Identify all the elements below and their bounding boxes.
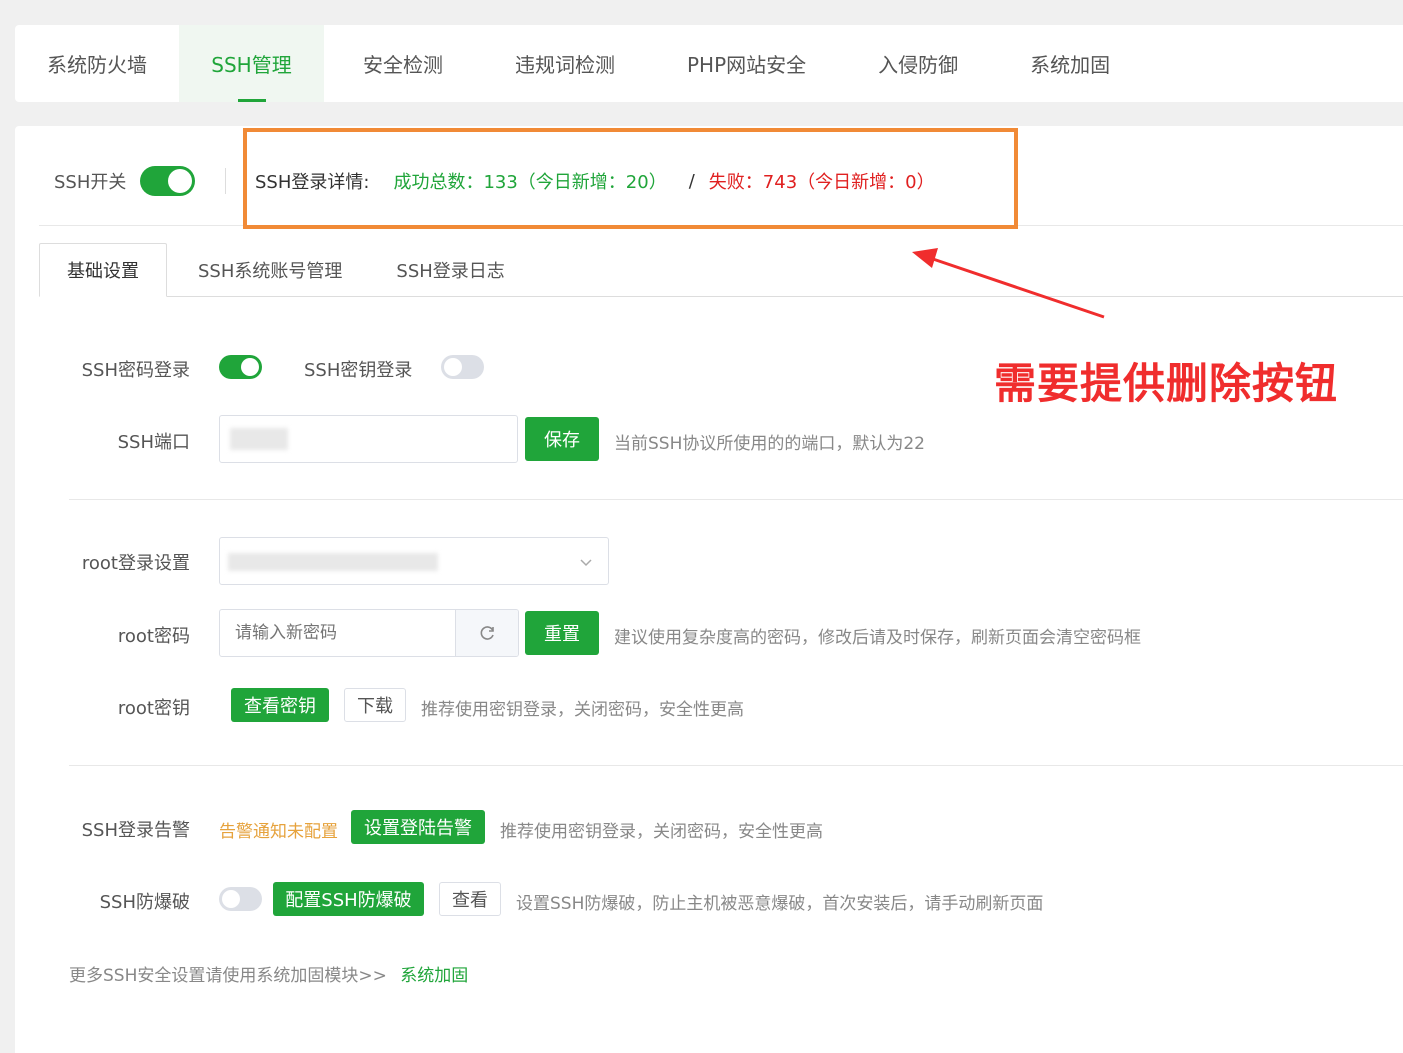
annotation-text: 需要提供删除按钮 [994, 359, 1339, 408]
alert-hint: 推荐使用密钥登录，关闭密码，安全性更高 [500, 822, 823, 842]
tab-ssh-management[interactable]: SSH管理 [179, 25, 324, 102]
root-key-label: root密钥 [117, 698, 190, 719]
config-brute-force-button[interactable]: 配置SSH防爆破 [273, 882, 424, 916]
root-password-group [219, 609, 519, 657]
password-login-toggle[interactable] [219, 355, 262, 379]
tab-intrusion-defense[interactable]: 入侵防御 [842, 25, 994, 102]
ssh-switch-row: SSH开关 [54, 166, 196, 196]
system-hardening-link[interactable]: 系统加固 [400, 966, 468, 986]
sub-tab-bar: 基础设置 SSH系统账号管理 SSH登录日志 [39, 243, 1403, 297]
port-label: SSH端口 [117, 432, 190, 453]
section-divider [69, 765, 1403, 766]
tab-system-hardening[interactable]: 系统加固 [994, 25, 1146, 102]
save-port-button[interactable]: 保存 [525, 417, 599, 461]
subtab-account-management[interactable]: SSH系统账号管理 [167, 243, 369, 296]
tab-security-check[interactable]: 安全检测 [324, 25, 479, 102]
divider [225, 168, 226, 194]
port-hint: 当前SSH协议所使用的的端口，默认为22 [614, 434, 925, 454]
key-login-label: SSH密钥登录 [304, 360, 413, 381]
subtab-basic-settings[interactable]: 基础设置 [39, 243, 167, 297]
fail-count: 失败：743（今日新增：0） [708, 172, 935, 193]
section-divider [69, 499, 1403, 500]
success-count: 成功总数：133（今日新增：20） [393, 172, 667, 193]
root-password-input[interactable] [220, 610, 455, 656]
login-alert-label: SSH登录告警 [81, 820, 190, 841]
root-login-label: root登录设置 [81, 553, 190, 574]
download-key-button[interactable]: 下载 [344, 688, 406, 722]
ssh-panel: SSH开关 SSH登录详情: 成功总数：133（今日新增：20） / 失败：74… [15, 126, 1403, 1053]
chevron-down-icon [578, 554, 594, 574]
port-input[interactable] [219, 415, 518, 463]
tab-illegal-words[interactable]: 违规词检测 [479, 25, 651, 102]
ssh-login-details: SSH登录详情: 成功总数：133（今日新增：20） / 失败：743（今日新增… [255, 166, 935, 196]
root-password-hint: 建议使用复杂度高的密码，修改后请及时保存，刷新页面会清空密码框 [614, 628, 1141, 648]
root-login-select[interactable] [219, 537, 609, 585]
subtab-login-log[interactable]: SSH登录日志 [369, 243, 531, 296]
details-separator: / [688, 170, 695, 192]
set-alert-button[interactable]: 设置登陆告警 [351, 810, 485, 844]
brute-force-hint: 设置SSH防爆破，防止主机被恶意爆破，首次安装后，请手动刷新页面 [516, 894, 1044, 914]
footer-note: 更多SSH安全设置请使用系统加固模块>> 系统加固 [69, 961, 468, 986]
password-login-label: SSH密码登录 [81, 360, 190, 381]
key-login-toggle[interactable] [441, 355, 484, 379]
brute-force-label: SSH防爆破 [99, 892, 190, 913]
brute-force-toggle[interactable] [219, 887, 262, 911]
view-key-button[interactable]: 查看密钥 [231, 688, 329, 722]
tab-system-firewall[interactable]: 系统防火墙 [15, 25, 179, 102]
ssh-switch-label: SSH开关 [54, 172, 127, 193]
alert-status: 告警通知未配置 [219, 822, 338, 842]
ssh-switch-toggle[interactable] [140, 166, 196, 196]
top-tab-bar: 系统防火墙 SSH管理 安全检测 违规词检测 PHP网站安全 入侵防御 系统加固 [15, 25, 1403, 102]
header-divider [39, 225, 1403, 226]
refresh-icon[interactable] [455, 610, 518, 656]
details-label: SSH登录详情: [255, 172, 370, 193]
view-brute-force-button[interactable]: 查看 [439, 882, 501, 916]
tab-php-security[interactable]: PHP网站安全 [651, 25, 842, 102]
root-password-label: root密码 [117, 626, 190, 647]
reset-password-button[interactable]: 重置 [525, 611, 599, 655]
root-key-hint: 推荐使用密钥登录，关闭密码，安全性更高 [421, 700, 744, 720]
footer-text: 更多SSH安全设置请使用系统加固模块>> [69, 966, 387, 986]
